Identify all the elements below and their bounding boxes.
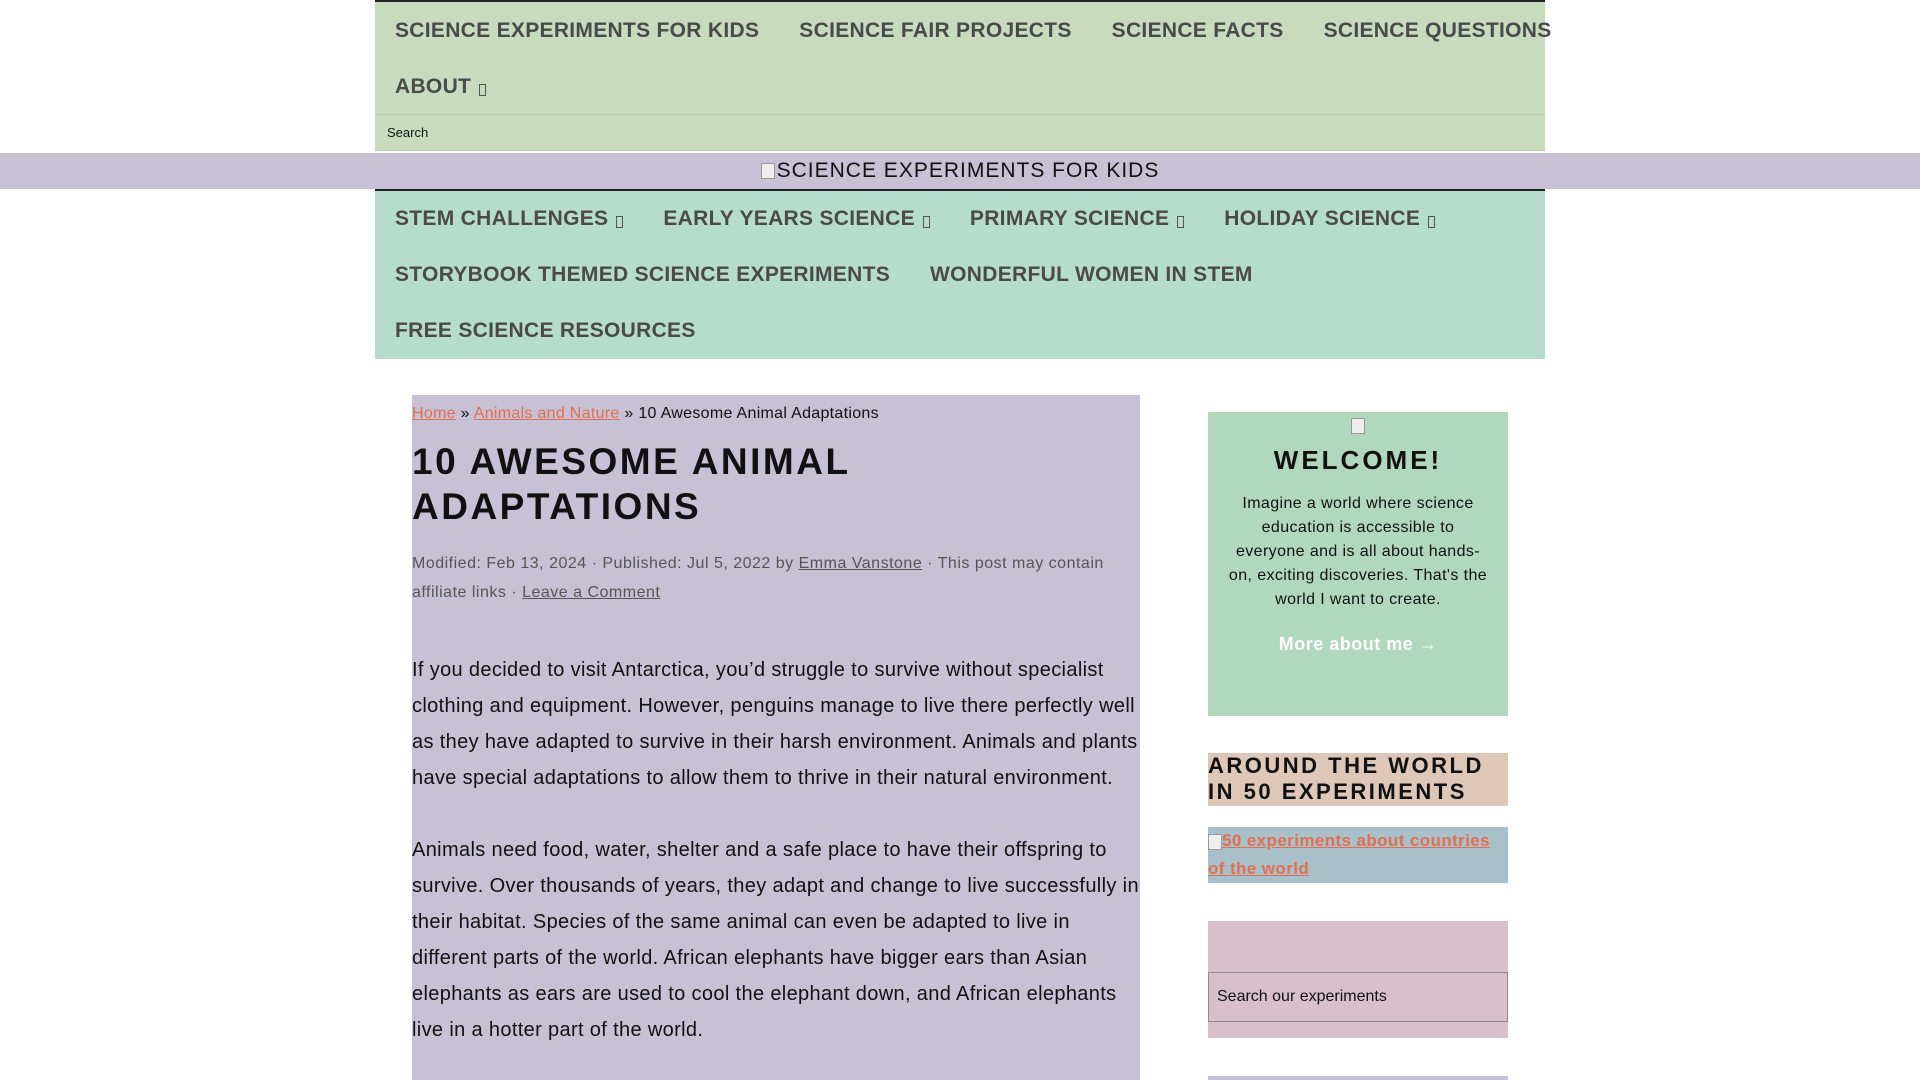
around-the-world-heading: AROUND THE WORLD IN 50 EXPERIMENTS [1208,753,1508,806]
nav-item-holiday-science[interactable]: HOLIDAY SCIENCE [1224,207,1436,231]
submenu-caret-icon[interactable] [922,216,930,228]
breadcrumb: Home » Animals and Nature » 10 Awesome A… [412,405,1140,423]
post-content: Home » Animals and Nature » 10 Awesome A… [412,395,1140,1080]
welcome-text: Imagine a world where science education … [1228,495,1488,608]
breadcrumb-home-link[interactable]: Home [412,405,456,422]
around-the-world-image-alt[interactable]: 50 experiments about countries of the wo… [1208,831,1490,878]
broken-image-icon [1208,833,1222,850]
breadcrumb-separator: » [460,405,470,422]
nav-item-early-years-science[interactable]: EARLY YEARS SCIENCE [663,207,930,231]
broken-image-icon [760,163,775,179]
author-link[interactable]: Emma Vanstone [799,555,923,572]
header-search-bar [375,114,1545,151]
breadcrumb-current: 10 Awesome Animal Adaptations [638,405,879,422]
sidebar-next-widget [1208,1076,1508,1080]
site-logo-alt-text: SCIENCE EXPERIMENTS FOR KIDS [776,159,1160,182]
post-title: 10 AWESOME ANIMAL ADAPTATIONS [412,441,850,527]
around-the-world-image-link[interactable]: 50 experiments about countries of the wo… [1208,827,1508,883]
site-logo[interactable]: SCIENCE EXPERIMENTS FOR KIDS [760,159,1160,183]
top-navigation: SCIENCE EXPERIMENTS FOR KIDS SCIENCE FAI… [375,0,1551,115]
leave-comment-link[interactable]: Leave a Comment [522,584,660,601]
post-paragraph: Animals need food, water, shelter and a … [412,839,1139,1041]
category-nav-row-3: FREE SCIENCE RESOURCES [395,303,1545,359]
breadcrumb-category-link[interactable]: Animals and Nature [474,405,620,422]
welcome-widget: WELCOME! Imagine a world where science e… [1208,412,1508,716]
nav-item-science-questions[interactable]: SCIENCE QUESTIONS [1324,19,1552,43]
submenu-caret-icon[interactable] [479,84,487,96]
sidebar-search-widget [1208,921,1508,1038]
submenu-caret-icon[interactable] [616,216,624,228]
nav-item-storybook-themed-science-experiments[interactable]: STORYBOOK THEMED SCIENCE EXPERIMENTS [395,263,890,287]
nav-item-holiday-science-label: HOLIDAY SCIENCE [1224,207,1421,230]
welcome-heading: WELCOME! [1273,445,1443,475]
nav-item-about[interactable]: ABOUT [395,75,487,99]
nav-item-early-years-science-label: EARLY YEARS SCIENCE [663,207,915,230]
search-input[interactable] [385,124,1535,141]
post-meta: Modified: Feb 13, 2024 · Published: Jul … [412,549,1140,607]
submenu-caret-icon[interactable] [1428,216,1436,228]
nav-item-stem-challenges-label: STEM CHALLENGES [395,207,609,230]
nav-item-stem-challenges[interactable]: STEM CHALLENGES [395,207,624,231]
top-nav-row-2: ABOUT [395,59,1545,115]
nav-item-primary-science-label: PRIMARY SCIENCE [969,207,1170,230]
nav-item-science-fair-projects[interactable]: SCIENCE FAIR PROJECTS [799,19,1071,43]
nav-item-science-facts[interactable]: SCIENCE FACTS [1112,19,1284,43]
submenu-caret-icon[interactable] [1177,216,1185,228]
category-navigation: STEM CHALLENGES EARLY YEARS SCIENCE PRIM… [375,189,1545,359]
nav-item-primary-science[interactable]: PRIMARY SCIENCE [969,207,1185,231]
top-nav-row-1: SCIENCE EXPERIMENTS FOR KIDS SCIENCE FAI… [395,3,1551,59]
nav-item-science-experiments-for-kids[interactable]: SCIENCE EXPERIMENTS FOR KIDS [395,19,759,43]
nav-item-free-science-resources[interactable]: FREE SCIENCE RESOURCES [395,319,696,343]
post-dates: Modified: Feb 13, 2024 · Published: Jul … [412,555,799,572]
nav-item-about-label: ABOUT [395,75,472,98]
more-about-me-link[interactable]: More about me → [1208,634,1508,655]
category-nav-row-2: STORYBOOK THEMED SCIENCE EXPERIMENTS WON… [395,247,1545,303]
breadcrumb-separator: » [624,405,634,422]
sidebar-search-input[interactable] [1208,972,1508,1022]
site-logo-band: SCIENCE EXPERIMENTS FOR KIDS [0,153,1920,189]
post-paragraph: If you decided to visit Antarctica, you’… [412,659,1138,789]
broken-image-icon [1351,418,1365,434]
nav-item-wonderful-women-in-stem[interactable]: WONDERFUL WOMEN IN STEM [930,263,1253,287]
category-nav-row-1: STEM CHALLENGES EARLY YEARS SCIENCE PRIM… [395,191,1545,247]
